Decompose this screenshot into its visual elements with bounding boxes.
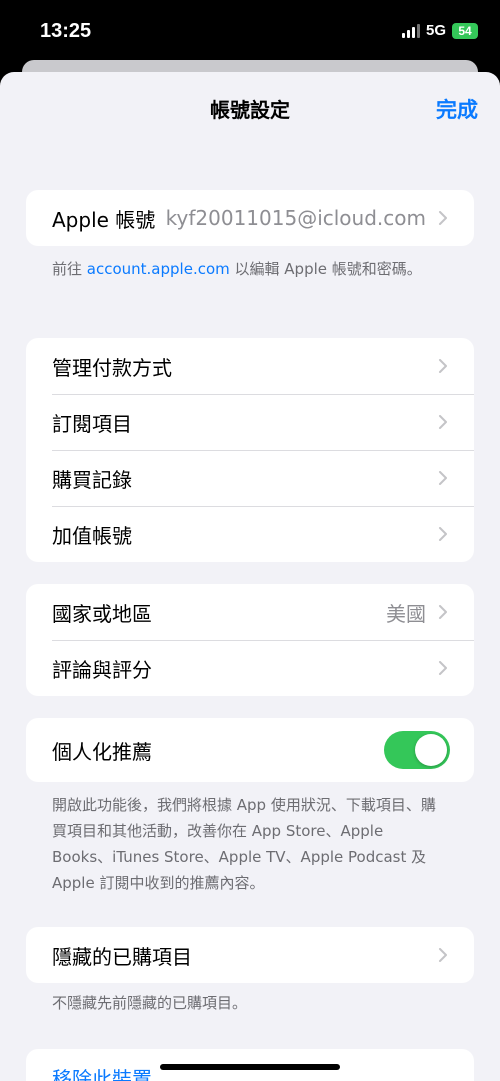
personalization-footnote: 開啟此功能後，我們將根據 App 使用狀況、下載項目、購買項目和其他活動，改善你… bbox=[52, 796, 436, 892]
home-indicator[interactable] bbox=[160, 1064, 340, 1070]
personalized-recommendations-label: 個人化推薦 bbox=[52, 739, 152, 764]
chevron-right-icon bbox=[439, 211, 447, 225]
purchase-history-row[interactable]: 購買記錄 bbox=[26, 450, 474, 506]
apple-account-label: Apple 帳號 bbox=[52, 207, 156, 232]
account-footnote: 前往 account.apple.com 以編輯 Apple 帳號和密碼。 bbox=[52, 260, 422, 278]
remove-device-button[interactable]: 移除此裝置 bbox=[52, 1063, 152, 1081]
page-title: 帳號設定 bbox=[210, 98, 290, 122]
chevron-right-icon bbox=[439, 359, 447, 373]
row-label: 管理付款方式 bbox=[52, 355, 172, 380]
apple-account-email: kyf20011015@icloud.com bbox=[165, 206, 426, 230]
row-label: 購買記錄 bbox=[52, 467, 132, 492]
account-settings-sheet: 帳號設定 完成 Apple 帳號 kyf20011015@icloud.com … bbox=[0, 72, 500, 1081]
hidden-purchases-footnote: 不隱藏先前隱藏的已購項目。 bbox=[52, 994, 248, 1012]
account-link[interactable]: account.apple.com bbox=[87, 260, 230, 278]
battery-level: 54 bbox=[458, 23, 472, 38]
hidden-purchases-label: 隱藏的已購項目 bbox=[52, 944, 192, 969]
personalization-group: 個人化推薦 bbox=[26, 718, 474, 782]
subscriptions-row[interactable]: 訂閱項目 bbox=[26, 394, 474, 450]
apple-account-row[interactable]: Apple 帳號 kyf20011015@icloud.com bbox=[26, 190, 474, 246]
chevron-right-icon bbox=[439, 661, 447, 675]
status-indicators: 5G 54 bbox=[401, 22, 478, 39]
chevron-right-icon bbox=[439, 527, 447, 541]
payment-group: 管理付款方式 訂閱項目 購買記錄 加值帳號 bbox=[26, 338, 474, 562]
hidden-purchases-row[interactable]: 隱藏的已購項目 bbox=[26, 927, 474, 983]
row-label: 加值帳號 bbox=[52, 523, 132, 548]
battery-icon: 54 bbox=[452, 22, 478, 39]
status-time: 13:25 bbox=[40, 20, 92, 42]
chevron-right-icon bbox=[439, 415, 447, 429]
manage-payment-row[interactable]: 管理付款方式 bbox=[26, 338, 474, 394]
network-type: 5G bbox=[425, 22, 446, 39]
chevron-right-icon bbox=[439, 471, 447, 485]
chevron-right-icon bbox=[439, 948, 447, 962]
signal-icon bbox=[401, 23, 420, 38]
hidden-purchases-group: 隱藏的已購項目 bbox=[26, 927, 474, 983]
add-funds-row[interactable]: 加值帳號 bbox=[26, 506, 474, 562]
country-region-value: 美國 bbox=[386, 601, 426, 626]
country-region-row[interactable]: 國家或地區 美國 bbox=[26, 584, 474, 640]
toggle-knob bbox=[415, 734, 447, 766]
ratings-reviews-row[interactable]: 評論與評分 bbox=[26, 640, 474, 696]
ratings-reviews-label: 評論與評分 bbox=[52, 657, 152, 682]
row-label: 訂閱項目 bbox=[52, 411, 132, 436]
region-group: 國家或地區 美國 評論與評分 bbox=[26, 584, 474, 696]
chevron-right-icon bbox=[439, 605, 447, 619]
account-group: Apple 帳號 kyf20011015@icloud.com bbox=[26, 190, 474, 246]
personalized-recommendations-toggle[interactable] bbox=[384, 731, 450, 769]
done-button[interactable]: 完成 bbox=[436, 94, 478, 124]
country-region-label: 國家或地區 bbox=[52, 601, 152, 626]
personalized-recommendations-row: 個人化推薦 bbox=[26, 718, 474, 782]
